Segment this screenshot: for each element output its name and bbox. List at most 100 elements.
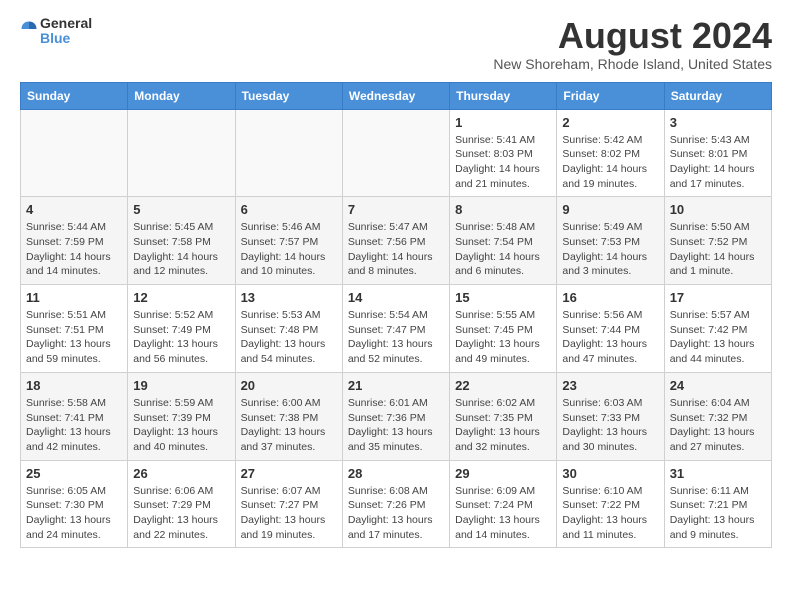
calendar-cell [235, 109, 342, 197]
day-info: Sunrise: 5:48 AM Sunset: 7:54 PM Dayligh… [455, 220, 551, 279]
header: General Blue August 2024 New Shoreham, R… [20, 16, 772, 72]
day-header-tuesday: Tuesday [235, 82, 342, 109]
day-number: 30 [562, 466, 658, 481]
day-info: Sunrise: 5:41 AM Sunset: 8:03 PM Dayligh… [455, 133, 551, 192]
calendar-table: SundayMondayTuesdayWednesdayThursdayFrid… [20, 82, 772, 549]
week-row-2: 4Sunrise: 5:44 AM Sunset: 7:59 PM Daylig… [21, 197, 772, 285]
day-header-sunday: Sunday [21, 82, 128, 109]
calendar-cell: 23 Sunrise: 6:03 AM Sunset: 7:33 PM Dayli… [557, 372, 664, 460]
day-number: 28 [348, 466, 444, 481]
day-number: 31 [670, 466, 766, 481]
calendar-cell: 31 Sunrise: 6:11 AM Sunset: 7:21 PM Dayli… [664, 460, 771, 548]
calendar-cell: 30 Sunrise: 6:10 AM Sunset: 7:22 PM Dayli… [557, 460, 664, 548]
calendar-cell: 21 Sunrise: 6:01 AM Sunset: 7:36 PM Dayli… [342, 372, 449, 460]
title-section: August 2024 New Shoreham, Rhode Island, … [493, 16, 772, 72]
week-row-3: 11Sunrise: 5:51 AM Sunset: 7:51 PM Dayli… [21, 285, 772, 373]
day-number: 20 [241, 378, 337, 393]
day-header-wednesday: Wednesday [342, 82, 449, 109]
day-info: Sunrise: 6:06 AM Sunset: 7:29 PM Dayligh… [133, 484, 229, 543]
calendar-cell: 7 Sunrise: 5:47 AM Sunset: 7:56 PM Daylig… [342, 197, 449, 285]
day-info: Sunrise: 5:45 AM Sunset: 7:58 PM Dayligh… [133, 220, 229, 279]
day-number: 10 [670, 202, 766, 217]
day-header-saturday: Saturday [664, 82, 771, 109]
day-info: Sunrise: 6:04 AM Sunset: 7:32 PM Dayligh… [670, 396, 766, 455]
calendar-cell [128, 109, 235, 197]
day-number: 24 [670, 378, 766, 393]
day-number: 23 [562, 378, 658, 393]
day-info: Sunrise: 6:03 AM Sunset: 7:33 PM Dayligh… [562, 396, 658, 455]
day-number: 4 [26, 202, 122, 217]
day-info: Sunrise: 5:59 AM Sunset: 7:39 PM Dayligh… [133, 396, 229, 455]
day-number: 9 [562, 202, 658, 217]
calendar-cell: 22Sunrise: 6:02 AM Sunset: 7:35 PM Dayli… [450, 372, 557, 460]
day-number: 1 [455, 115, 551, 130]
day-number: 15 [455, 290, 551, 305]
logo: General Blue [20, 16, 92, 47]
day-number: 16 [562, 290, 658, 305]
calendar-cell: 16Sunrise: 5:56 AM Sunset: 7:44 PM Dayli… [557, 285, 664, 373]
day-header-monday: Monday [128, 82, 235, 109]
day-info: Sunrise: 6:11 AM Sunset: 7:21 PM Dayligh… [670, 484, 766, 543]
day-number: 19 [133, 378, 229, 393]
calendar-cell: 20 Sunrise: 6:00 AM Sunset: 7:38 PM Dayli… [235, 372, 342, 460]
calendar-cell: 12Sunrise: 5:52 AM Sunset: 7:49 PM Dayli… [128, 285, 235, 373]
day-number: 27 [241, 466, 337, 481]
calendar-cell: 4Sunrise: 5:44 AM Sunset: 7:59 PM Daylig… [21, 197, 128, 285]
calendar-cell: 3 Sunrise: 5:43 AM Sunset: 8:01 PM Daylig… [664, 109, 771, 197]
week-row-4: 18 Sunrise: 5:58 AM Sunset: 7:41 PM Dayli… [21, 372, 772, 460]
week-row-1: 1 Sunrise: 5:41 AM Sunset: 8:03 PM Daylig… [21, 109, 772, 197]
calendar-cell: 27 Sunrise: 6:07 AM Sunset: 7:27 PM Dayli… [235, 460, 342, 548]
calendar-cell: 26Sunrise: 6:06 AM Sunset: 7:29 PM Dayli… [128, 460, 235, 548]
day-info: Sunrise: 6:09 AM Sunset: 7:24 PM Dayligh… [455, 484, 551, 543]
day-number: 17 [670, 290, 766, 305]
day-header-thursday: Thursday [450, 82, 557, 109]
day-info: Sunrise: 6:08 AM Sunset: 7:26 PM Dayligh… [348, 484, 444, 543]
day-header-friday: Friday [557, 82, 664, 109]
day-number: 7 [348, 202, 444, 217]
day-number: 18 [26, 378, 122, 393]
day-info: Sunrise: 6:05 AM Sunset: 7:30 PM Dayligh… [26, 484, 122, 543]
day-info: Sunrise: 5:57 AM Sunset: 7:42 PM Dayligh… [670, 308, 766, 367]
calendar-cell: 14Sunrise: 5:54 AM Sunset: 7:47 PM Dayli… [342, 285, 449, 373]
day-number: 25 [26, 466, 122, 481]
day-info: Sunrise: 5:53 AM Sunset: 7:48 PM Dayligh… [241, 308, 337, 367]
calendar-cell: 2 Sunrise: 5:42 AM Sunset: 8:02 PM Daylig… [557, 109, 664, 197]
calendar-cell: 5 Sunrise: 5:45 AM Sunset: 7:58 PM Daylig… [128, 197, 235, 285]
calendar-cell: 17 Sunrise: 5:57 AM Sunset: 7:42 PM Dayli… [664, 285, 771, 373]
calendar-cell: 11Sunrise: 5:51 AM Sunset: 7:51 PM Dayli… [21, 285, 128, 373]
day-number: 21 [348, 378, 444, 393]
day-info: Sunrise: 6:02 AM Sunset: 7:35 PM Dayligh… [455, 396, 551, 455]
day-info: Sunrise: 6:00 AM Sunset: 7:38 PM Dayligh… [241, 396, 337, 455]
calendar-cell: 24 Sunrise: 6:04 AM Sunset: 7:32 PM Dayli… [664, 372, 771, 460]
day-number: 13 [241, 290, 337, 305]
day-info: Sunrise: 5:49 AM Sunset: 7:53 PM Dayligh… [562, 220, 658, 279]
day-number: 12 [133, 290, 229, 305]
day-info: Sunrise: 5:43 AM Sunset: 8:01 PM Dayligh… [670, 133, 766, 192]
day-info: Sunrise: 6:10 AM Sunset: 7:22 PM Dayligh… [562, 484, 658, 543]
day-number: 14 [348, 290, 444, 305]
day-number: 29 [455, 466, 551, 481]
day-info: Sunrise: 5:58 AM Sunset: 7:41 PM Dayligh… [26, 396, 122, 455]
header-row: SundayMondayTuesdayWednesdayThursdayFrid… [21, 82, 772, 109]
calendar-cell [342, 109, 449, 197]
day-info: Sunrise: 5:47 AM Sunset: 7:56 PM Dayligh… [348, 220, 444, 279]
calendar-cell: 19 Sunrise: 5:59 AM Sunset: 7:39 PM Dayli… [128, 372, 235, 460]
calendar-cell: 1 Sunrise: 5:41 AM Sunset: 8:03 PM Daylig… [450, 109, 557, 197]
day-number: 6 [241, 202, 337, 217]
day-info: Sunrise: 6:01 AM Sunset: 7:36 PM Dayligh… [348, 396, 444, 455]
day-number: 5 [133, 202, 229, 217]
day-number: 3 [670, 115, 766, 130]
calendar-cell: 8Sunrise: 5:48 AM Sunset: 7:54 PM Daylig… [450, 197, 557, 285]
calendar-cell: 15Sunrise: 5:55 AM Sunset: 7:45 PM Dayli… [450, 285, 557, 373]
calendar-cell: 28 Sunrise: 6:08 AM Sunset: 7:26 PM Dayli… [342, 460, 449, 548]
day-info: Sunrise: 5:50 AM Sunset: 7:52 PM Dayligh… [670, 220, 766, 279]
calendar-cell: 29 Sunrise: 6:09 AM Sunset: 7:24 PM Dayli… [450, 460, 557, 548]
calendar-cell: 13 Sunrise: 5:53 AM Sunset: 7:48 PM Dayli… [235, 285, 342, 373]
day-number: 2 [562, 115, 658, 130]
day-info: Sunrise: 6:07 AM Sunset: 7:27 PM Dayligh… [241, 484, 337, 543]
calendar-cell: 6Sunrise: 5:46 AM Sunset: 7:57 PM Daylig… [235, 197, 342, 285]
main-title: August 2024 [493, 16, 772, 56]
day-info: Sunrise: 5:42 AM Sunset: 8:02 PM Dayligh… [562, 133, 658, 192]
day-number: 11 [26, 290, 122, 305]
calendar-cell: 18 Sunrise: 5:58 AM Sunset: 7:41 PM Dayli… [21, 372, 128, 460]
